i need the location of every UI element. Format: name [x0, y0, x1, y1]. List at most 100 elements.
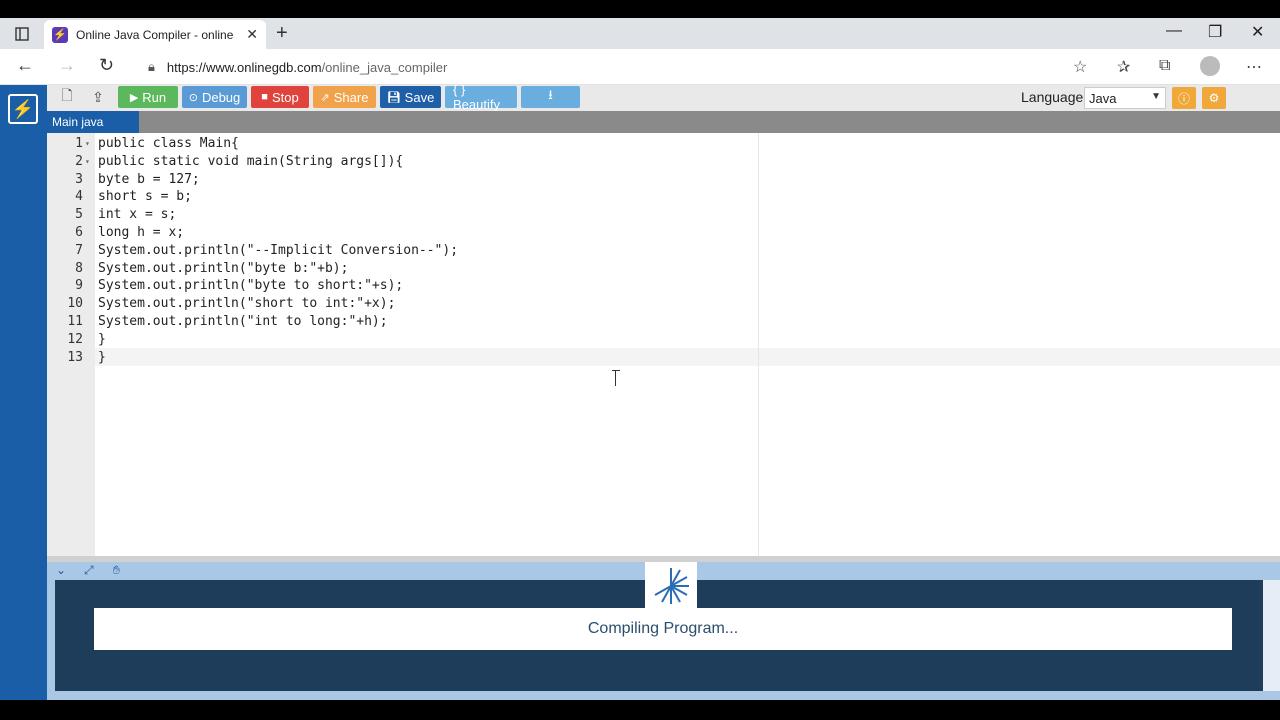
code-line[interactable]: 12} — [47, 331, 1280, 349]
code-line[interactable]: 3 byte b = 127; — [47, 171, 1280, 189]
line-number: 9 — [75, 278, 83, 294]
expand-icon[interactable]: ⤢ — [84, 563, 94, 578]
save-label: Save — [404, 89, 435, 105]
code-text: System.out.println("byte to short:"+s); — [98, 278, 404, 294]
share-label: Share — [333, 89, 369, 105]
forward-icon[interactable]: → — [58, 55, 76, 76]
language-value: Java — [1089, 90, 1117, 106]
tab-actions-icon — [15, 27, 29, 41]
code-line[interactable]: 10 System.out.println("short to int:"+x); — [47, 295, 1280, 313]
play-icon: ▶ — [129, 91, 139, 104]
code-line[interactable]: 1 ▾ public class Main{ — [47, 135, 1280, 153]
app-toolbar: 🗋︎ ⇪ ▶ Run ⊙ Debug ■ Stop ⇗ Share 💾︎ Save { }… — [47, 82, 1280, 112]
code-text: public class Main{ — [98, 136, 239, 151]
save-icon: 💾︎ — [386, 91, 401, 104]
more-options-icon[interactable]: ⋯ — [1246, 57, 1262, 77]
code-line[interactable]: 7 System.out.println("--Implicit Conversi… — [47, 242, 1280, 260]
new-tab-icon[interactable]: + — [276, 22, 288, 45]
minimize-icon[interactable]: — — [1166, 22, 1182, 40]
line-number: 8 — [75, 260, 83, 276]
beautify-button[interactable]: { } Beautify — [445, 82, 517, 112]
app-left-rail: ⚡ — [0, 85, 47, 700]
code-text: } — [98, 331, 106, 347]
add-favorite-icon[interactable]: ☆ — [1073, 57, 1087, 77]
upload-icon[interactable]: ⇪ — [86, 86, 110, 108]
line-number: 7 — [75, 242, 83, 258]
line-number: 12 — [67, 331, 83, 347]
code-line[interactable]: 6 long h = x; — [47, 224, 1280, 242]
code-line[interactable]: 11 System.out.println("int to long:"+h); — [47, 313, 1280, 331]
text-cursor-icon — [612, 370, 620, 386]
stop-button[interactable]: ■ Stop — [251, 86, 309, 108]
settings-button[interactable]: ⚙ — [1202, 87, 1226, 109]
run-button[interactable]: ▶ Run — [118, 86, 178, 108]
onlinegdb-favicon-icon: ⚡ — [52, 26, 68, 43]
tab-main-java[interactable]: Main java — [47, 111, 139, 133]
new-file-icon[interactable]: 🗋︎ — [55, 86, 79, 108]
favorites-icon[interactable]: ✰ — [1117, 57, 1130, 77]
debug-label: Debug — [201, 89, 241, 105]
line-number: 6 — [75, 225, 83, 240]
line-number: 5 — [75, 207, 83, 223]
output-scrollbar[interactable] — [1263, 580, 1280, 691]
onlinegdb-logo-icon[interactable]: ⚡ — [8, 94, 38, 124]
line-number: 2 — [75, 153, 83, 169]
debug-button[interactable]: ⊙ Debug — [182, 86, 247, 108]
close-tab-icon[interactable]: ✕ — [246, 26, 258, 43]
code-text: System.out.println("short to int:"+x); — [98, 296, 396, 312]
browser-tab-strip: ⚡ Online Java Compiler - online ec ✕ + —… — [0, 18, 1280, 49]
browser-tab[interactable]: ⚡ Online Java Compiler - online ec ✕ — [44, 20, 266, 49]
code-editor[interactable]: 1 ▾ public class Main{ 2 ▾ public static void… — [47, 133, 1280, 556]
address-bar[interactable]: 🔒︎ https://www.onlinegdb.com/online_java… — [140, 53, 1100, 81]
line-number: 10 — [67, 296, 83, 312]
code-text: int x = s; — [98, 207, 177, 223]
info-button[interactable]: ⓘ — [1172, 87, 1196, 109]
fold-arrow-icon[interactable]: ▾ — [85, 153, 90, 171]
share-icon: ⇗ — [320, 91, 330, 104]
lock-icon: 🔒︎ — [148, 59, 155, 74]
url-host: https://www.onlinegdb.com — [166, 59, 322, 75]
gear-icon: ⚙ — [1208, 91, 1220, 105]
collapse-chevron-icon[interactable]: ⌄ — [56, 563, 66, 577]
language-select[interactable]: Java ▼ — [1084, 87, 1166, 109]
chevron-down-icon: ▼ — [1151, 91, 1161, 102]
code-line[interactable]: 5 int x = s; — [47, 206, 1280, 224]
share-button[interactable]: ⇗ Share — [313, 86, 376, 108]
code-line[interactable]: 2 ▾ public static void main(String args[])… — [47, 153, 1280, 171]
beautify-label: { } Beautify — [453, 82, 500, 112]
tab-actions-button[interactable] — [8, 24, 36, 44]
profile-avatar[interactable] — [1200, 56, 1220, 76]
fold-arrow-icon[interactable]: ▾ — [85, 135, 90, 153]
clear-icon[interactable]: ✋︎ — [113, 563, 120, 578]
code-line[interactable]: 8 System.out.println("byte b:"+b); — [47, 260, 1280, 278]
code-line[interactable]: 9 System.out.println("byte to short:"+s); — [47, 277, 1280, 295]
screen: ⚡ Online Java Compiler - online ec ✕ + —… — [0, 0, 1280, 720]
save-button[interactable]: 💾︎ Save — [380, 86, 441, 108]
debug-icon: ⊙ — [188, 91, 198, 104]
code-text: short s = b; — [98, 189, 192, 205]
code-line[interactable]: 4 short s = b; — [47, 188, 1280, 206]
code-text: System.out.println("byte b:"+b); — [98, 260, 349, 276]
close-window-icon[interactable]: ✕ — [1251, 22, 1264, 42]
back-icon[interactable]: ← — [16, 55, 34, 76]
restore-icon[interactable]: ❐ — [1208, 22, 1222, 42]
compiling-message: Compiling Program... — [94, 608, 1232, 650]
line-number: 4 — [75, 189, 83, 205]
code-text: public static void main(String args[]){ — [98, 153, 404, 169]
collections-icon[interactable]: ⧉ — [1159, 57, 1170, 75]
refresh-icon[interactable]: ↻ — [99, 55, 114, 76]
tab-title: Online Java Compiler - online ec — [76, 27, 236, 42]
url-path: /online_java_compiler — [321, 59, 448, 75]
line-number: 13 — [67, 349, 83, 365]
spinner-rays-icon — [654, 568, 689, 604]
file-tab-bar: Main java — [47, 111, 1280, 133]
download-button[interactable]: ⭳ — [521, 86, 580, 108]
line-number: 1 — [75, 136, 83, 151]
top-band — [0, 0, 1280, 18]
line-number: 3 — [75, 171, 83, 187]
info-icon: ⓘ — [1177, 91, 1190, 106]
output-panel: Compiling Program... — [47, 562, 1280, 700]
code-line[interactable]: 13} — [47, 349, 1280, 367]
code-text: System.out.println("--Implicit Conversio… — [98, 242, 459, 258]
compiling-overlay: Compiling Program... — [55, 562, 1263, 691]
